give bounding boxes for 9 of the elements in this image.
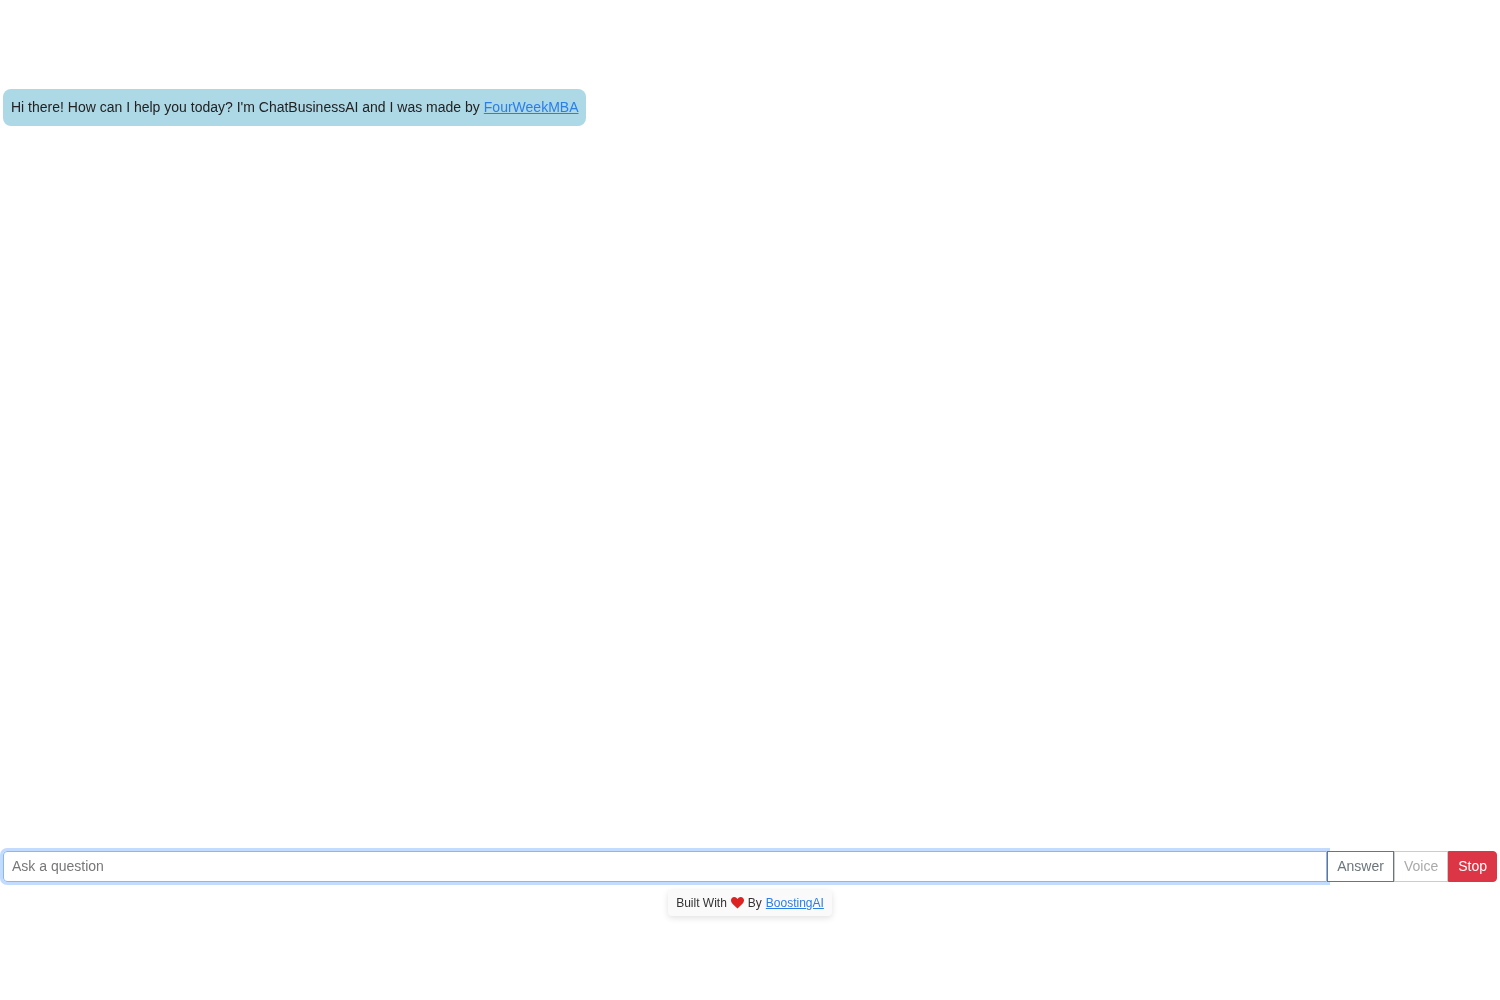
message-text: Hi there! How can I help you today? I'm ChatBusinessAI and I was made by [11, 98, 480, 117]
link[interactable]: BoostingAI [765, 894, 824, 912]
stop-button[interactable]: Stop [1448, 851, 1497, 882]
link[interactable]: FourWeekMBA [483, 97, 579, 118]
action-button[interactable]: Answer [1327, 851, 1394, 882]
footer-text: Built With [676, 895, 727, 912]
heart-icon [730, 897, 744, 909]
question-input[interactable]: Ask a question [3, 851, 1328, 882]
footer-text: By [747, 895, 762, 912]
